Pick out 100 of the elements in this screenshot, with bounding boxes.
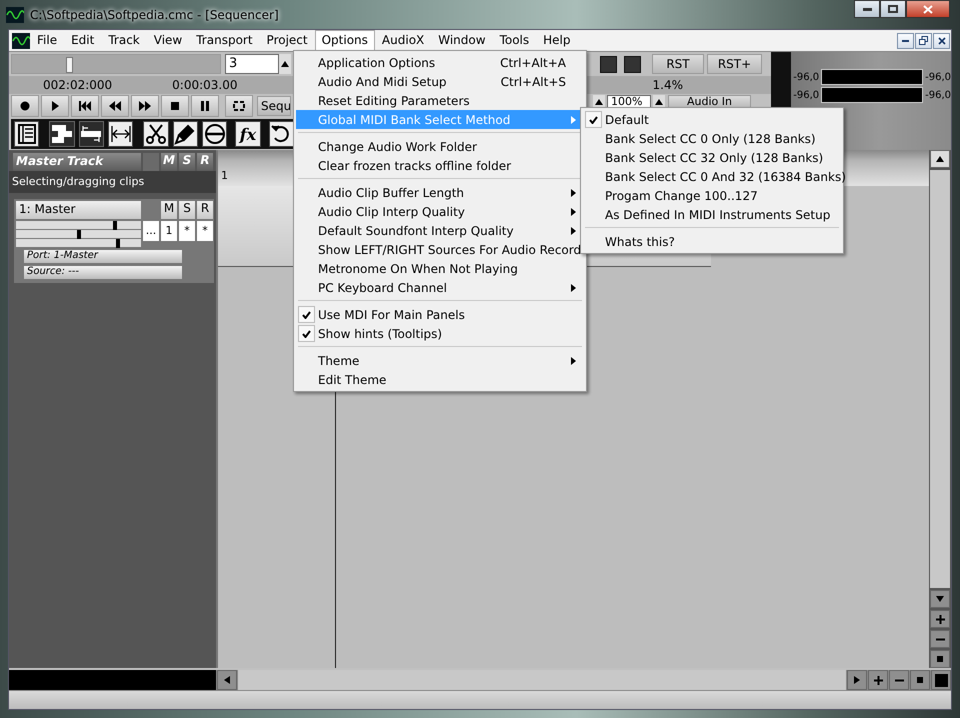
record-button[interactable] (11, 95, 39, 117)
menu-item[interactable]: Whats this? (583, 232, 841, 251)
menu-item-label: Clear frozen tracks offline folder (318, 158, 512, 172)
loop-icon (232, 99, 246, 113)
menu-bar-item[interactable]: Transport (189, 30, 260, 51)
minimize-button[interactable] (854, 0, 880, 18)
menu-item[interactable]: As Defined In MIDI Instruments Setup (583, 205, 841, 224)
close-button[interactable] (933, 32, 950, 48)
menu-item[interactable]: Progam Change 100..127 (583, 186, 841, 205)
track-slider[interactable] (16, 239, 141, 247)
close-icon (938, 36, 946, 44)
menu-bar-item[interactable]: Track (101, 30, 147, 51)
menu-item[interactable]: Metronome On When Not Playing (296, 259, 584, 278)
menu-item[interactable]: Audio Clip Buffer Length (296, 183, 584, 202)
square-button[interactable] (624, 56, 641, 72)
track-cell[interactable]: * (197, 221, 213, 241)
track-cell[interactable]: * (179, 221, 195, 241)
menu-bar-item[interactable]: Project (260, 30, 315, 51)
source-label: Source: --- (24, 266, 182, 279)
zoom-reset-button[interactable] (930, 650, 950, 668)
menu-item[interactable]: Theme (296, 351, 584, 370)
menu-bar-item[interactable]: File (30, 30, 64, 51)
tool-button[interactable] (202, 121, 228, 147)
menu-item[interactable]: Show hints (Tooltips) (296, 324, 584, 343)
app-logo-icon (12, 32, 30, 48)
zoom-out-button[interactable] (930, 630, 950, 648)
slider-thumb[interactable] (76, 230, 80, 239)
reset-button[interactable]: RST (652, 54, 704, 74)
close-button[interactable] (906, 0, 950, 18)
menu-bar-item[interactable]: Help (536, 30, 578, 51)
loop-button[interactable] (225, 95, 253, 117)
tool-button[interactable] (268, 121, 294, 147)
menu-item[interactable]: Clear frozen tracks offline folder (296, 156, 584, 175)
track-slider[interactable] (16, 221, 141, 229)
position-slider[interactable] (11, 54, 221, 74)
minimize-button[interactable] (897, 32, 914, 48)
menu-bar-item[interactable]: Edit (64, 30, 102, 51)
menu-item[interactable]: PC Keyboard Channel (296, 278, 584, 297)
slider-thumb[interactable] (116, 239, 120, 248)
reset-button[interactable]: RST+ (707, 54, 762, 74)
pause-button[interactable] (191, 95, 219, 117)
tool-button[interactable] (49, 121, 75, 147)
zoom-in-button[interactable] (868, 670, 888, 690)
mode-button[interactable]: Sequ (257, 96, 291, 116)
track-name: 1: Master (16, 201, 141, 219)
tool-button[interactable]: fx (235, 121, 261, 147)
slider-thumb[interactable] (66, 57, 73, 73)
tool-button[interactable] (108, 121, 134, 147)
column-header[interactable]: R (197, 201, 213, 219)
play-button[interactable] (41, 95, 69, 117)
column-header[interactable]: S (179, 201, 195, 219)
slider-thumb[interactable] (112, 221, 117, 230)
restore-button[interactable] (915, 32, 932, 48)
menu-item[interactable]: Default (583, 110, 841, 129)
spin-arrows-icon[interactable] (279, 54, 291, 74)
rewind-button[interactable] (101, 95, 129, 117)
square-button[interactable] (600, 56, 617, 72)
scroll-down-button[interactable] (930, 590, 950, 608)
tool-button[interactable] (78, 121, 104, 147)
spin-field[interactable]: 3 (225, 54, 279, 74)
zoom-out-button[interactable] (889, 670, 909, 690)
menu-item[interactable]: Application Options Ctrl+Alt+A (296, 53, 584, 72)
menu-item-label: Reset Editing Parameters (318, 94, 470, 108)
fit-button[interactable] (931, 670, 951, 690)
rewind-icon (108, 99, 122, 113)
menu-item[interactable]: Change Audio Work Folder (296, 137, 584, 156)
menu-bar-item[interactable]: Window (431, 30, 493, 51)
menu-item[interactable]: Bank Select CC 0 Only (128 Banks) (583, 129, 841, 148)
menu-item[interactable]: Edit Theme (296, 370, 584, 389)
go-to-start-button[interactable] (71, 95, 99, 117)
fast-forward-button[interactable] (131, 95, 159, 117)
scroll-up-button[interactable] (930, 150, 950, 168)
zoom-reset-button[interactable] (910, 670, 930, 690)
menu-item[interactable]: Use MDI For Main Panels (296, 305, 584, 324)
menu-item[interactable]: Audio And Midi Setup Ctrl+Alt+S (296, 72, 584, 91)
menu-item-label: Audio Clip Interp Quality (318, 204, 465, 218)
scroll-right-button[interactable] (847, 670, 867, 690)
tool-button[interactable] (172, 121, 198, 147)
menu-bar-item[interactable]: Options (314, 30, 375, 52)
tool-button[interactable] (14, 121, 40, 147)
column-header[interactable]: M (161, 201, 177, 219)
track-cell[interactable]: ... (143, 221, 159, 241)
menu-bar-item[interactable]: AudioX (374, 30, 432, 51)
stop-button[interactable] (161, 95, 189, 117)
scroll-left-button[interactable] (217, 670, 237, 690)
menu-bar-item[interactable]: Tools (492, 30, 536, 51)
zoom-in-button[interactable] (930, 610, 950, 628)
menu-item-label: Bank Select CC 0 Only (128 Banks) (605, 132, 816, 146)
menu-item[interactable]: Audio Clip Interp Quality (296, 202, 584, 221)
menu-item[interactable]: Reset Editing Parameters (296, 91, 584, 110)
maximize-button[interactable] (880, 0, 906, 18)
menu-bar-item[interactable]: View (146, 30, 190, 51)
tool-button[interactable] (143, 121, 169, 147)
track-slider[interactable] (16, 230, 141, 238)
menu-item[interactable]: Default Soundfont Interp Quality (296, 221, 584, 240)
fx-label: fx (240, 124, 256, 144)
menu-item[interactable]: Bank Select CC 32 Only (128 Banks) (583, 148, 841, 167)
track-cell[interactable]: 1 (161, 221, 177, 241)
menu-item-label: Show hints (Tooltips) (318, 326, 442, 340)
menu-item[interactable]: Show LEFT/RIGHT Sources For Audio Record (296, 240, 584, 259)
